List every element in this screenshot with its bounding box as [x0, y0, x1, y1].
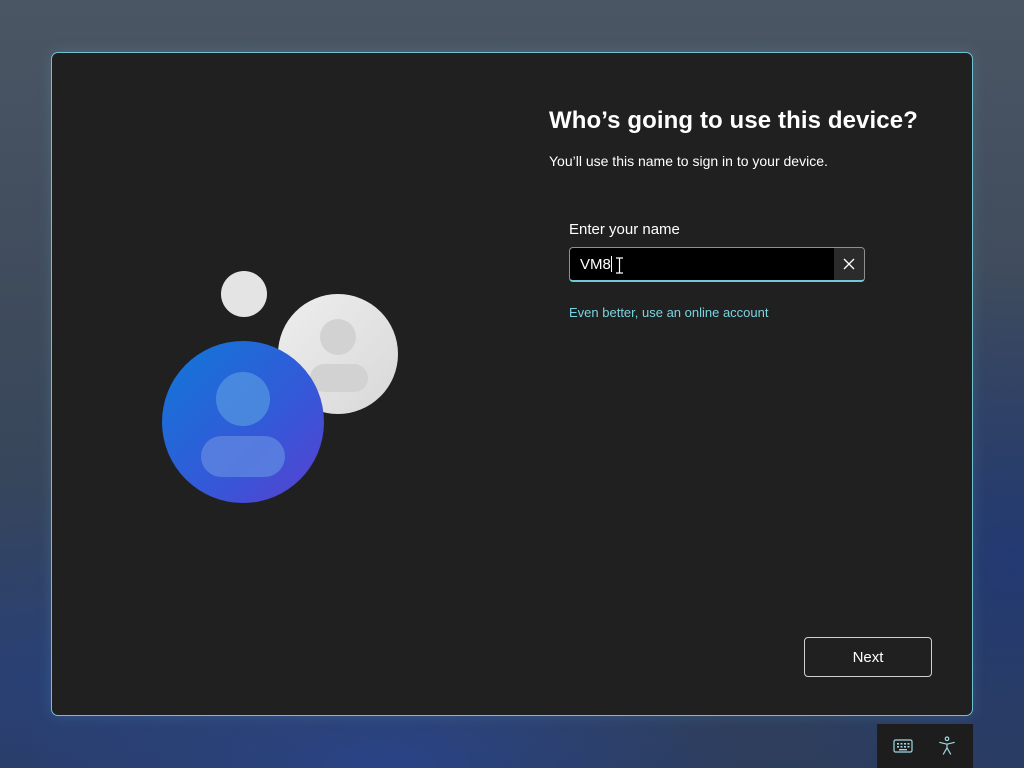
clear-button[interactable] — [834, 248, 864, 280]
gray-avatar — [278, 294, 398, 414]
text-caret — [611, 256, 612, 272]
online-account-link[interactable]: Even better, use an online account — [569, 305, 768, 320]
name-field-label: Enter your name — [569, 221, 680, 238]
page-title: Who’s going to use this device? — [549, 107, 918, 134]
close-icon — [843, 258, 855, 270]
blue-avatar — [162, 341, 324, 503]
setup-dialog: Who’s going to use this device? You’ll u… — [51, 52, 973, 716]
user-accounts-illustration — [162, 271, 398, 503]
accessibility-button[interactable] — [929, 728, 965, 764]
next-button[interactable]: Next — [804, 637, 932, 677]
system-tray — [877, 724, 973, 768]
name-field — [569, 247, 865, 282]
name-input[interactable] — [570, 248, 832, 280]
page-subtitle: You’ll use this name to sign in to your … — [549, 153, 828, 169]
on-screen-keyboard-button[interactable] — [885, 728, 921, 764]
small-dot — [221, 271, 267, 317]
keyboard-icon — [893, 739, 913, 753]
accessibility-icon — [939, 736, 955, 755]
